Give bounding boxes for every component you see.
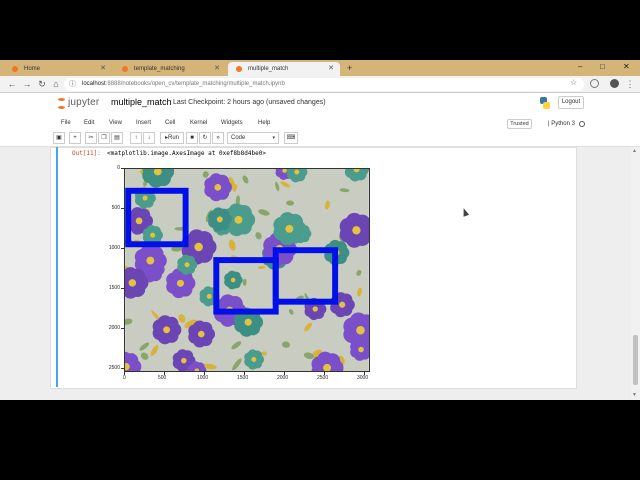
copy-icon[interactable]: ❐ xyxy=(98,132,110,144)
forward-arrow-icon[interactable]: → xyxy=(21,78,33,90)
jupyter-favicon-icon xyxy=(122,66,128,72)
menu-widgets[interactable]: Widgets xyxy=(221,116,243,131)
tab-strip: Home ✕ template_matching ✕ multiple_matc… xyxy=(0,60,640,76)
run-button[interactable]: ▸Run xyxy=(160,132,184,144)
y-tick-label: 0 xyxy=(117,165,120,171)
chevron-down-icon: ▾ xyxy=(272,135,275,141)
bookmark-star-icon[interactable]: ☆ xyxy=(570,78,577,87)
output-prompt: Out[11]: xyxy=(72,150,101,157)
close-icon[interactable]: ✕ xyxy=(214,62,220,76)
profile-avatar[interactable] xyxy=(610,79,619,88)
fast-forward-icon[interactable]: » xyxy=(212,132,224,144)
y-tick-mark xyxy=(121,368,124,369)
tab-title: Home xyxy=(24,66,41,72)
address-bar[interactable]: ⓘ localhost:8888/notebooks/open_cv/templ… xyxy=(64,78,584,91)
info-icon[interactable]: ⓘ xyxy=(69,79,76,89)
move-down-icon[interactable]: ↓ xyxy=(143,132,155,144)
y-tick-mark xyxy=(121,168,124,169)
menu-kernel[interactable]: Kernel xyxy=(190,116,207,131)
menu-cell[interactable]: Cell xyxy=(165,116,175,131)
window-close-button[interactable]: ✕ xyxy=(623,61,630,73)
minimize-button[interactable]: – xyxy=(578,61,582,73)
y-tick-mark xyxy=(121,288,124,289)
x-tick-label: 2500 xyxy=(317,375,329,381)
url-text: localhost:8888/notebooks/open_cv/templat… xyxy=(82,81,285,87)
y-tick-label: 2500 xyxy=(108,365,120,371)
x-tick-label: 500 xyxy=(158,375,167,381)
scrollbar-thumb[interactable] xyxy=(633,335,638,385)
screen: Home ✕ template_matching ✕ multiple_matc… xyxy=(0,0,640,480)
jupyter-header: jupyter multiple_match Last Checkpoint: … xyxy=(0,94,640,116)
back-arrow-icon[interactable]: ← xyxy=(6,78,18,90)
save-icon[interactable]: ▣ xyxy=(53,132,65,144)
scroll-up-icon[interactable]: ▲ xyxy=(632,148,637,154)
move-up-icon[interactable]: ↑ xyxy=(130,132,142,144)
home-icon[interactable]: ⌂ xyxy=(50,78,62,90)
y-tick-mark xyxy=(121,248,124,249)
close-icon[interactable]: ✕ xyxy=(328,62,334,76)
y-tick-label: 2000 xyxy=(108,325,120,331)
restart-icon[interactable]: ↻ xyxy=(199,132,211,144)
x-tick-label: 1500 xyxy=(237,375,249,381)
close-icon[interactable]: ✕ xyxy=(100,62,106,76)
menu-dots-icon[interactable]: ⋮ xyxy=(624,78,636,90)
cell-selection-bar xyxy=(56,147,58,387)
y-tick-label: 1000 xyxy=(108,245,120,251)
tab-home[interactable]: Home ✕ xyxy=(4,62,112,76)
y-tick-mark xyxy=(121,328,124,329)
cell-type-select[interactable]: Code ▾ xyxy=(227,132,279,144)
tab-template-matching[interactable]: template_matching ✕ xyxy=(114,62,226,76)
jupyter-logo-text[interactable]: jupyter xyxy=(68,97,99,108)
y-tick-label: 500 xyxy=(111,205,120,211)
x-tick-label: 2000 xyxy=(277,375,289,381)
menu-file[interactable]: File xyxy=(61,116,71,131)
menu-view[interactable]: View xyxy=(109,116,122,131)
menu-insert[interactable]: Insert xyxy=(136,116,151,131)
jupyter-favicon-icon xyxy=(12,66,18,72)
browser-window: Home ✕ template_matching ✕ multiple_matc… xyxy=(0,60,640,400)
reload-icon[interactable]: ↻ xyxy=(36,78,48,90)
scroll-down-icon[interactable]: ▼ xyxy=(632,392,637,398)
logout-button[interactable]: Logout xyxy=(558,96,584,109)
x-tick-label: 1000 xyxy=(197,375,209,381)
python-logo-icon xyxy=(540,97,550,109)
extension-icon[interactable] xyxy=(590,79,599,88)
y-tick-label: 1500 xyxy=(108,285,120,291)
trusted-badge[interactable]: Trusted xyxy=(507,119,532,129)
maximize-button[interactable]: □ xyxy=(600,61,605,73)
navigation-bar: ← → ↻ ⌂ ⓘ localhost:8888/notebooks/open_… xyxy=(0,76,640,93)
jupyter-favicon-icon xyxy=(236,66,242,72)
x-tick-label: 3000 xyxy=(357,375,369,381)
new-tab-button[interactable]: + xyxy=(347,62,352,74)
x-tick-label: 0 xyxy=(123,375,126,381)
y-tick-mark xyxy=(121,208,124,209)
output-text: <matplotlib.image.AxesImage at 0xef8b8d4… xyxy=(107,150,266,157)
kernel-idle-indicator-icon xyxy=(579,121,585,127)
menu-help[interactable]: Help xyxy=(258,116,270,131)
stop-icon[interactable]: ■ xyxy=(186,132,198,144)
menu-edit[interactable]: Edit xyxy=(84,116,94,131)
paste-icon[interactable]: ▤ xyxy=(111,132,123,144)
kernel-name[interactable]: | Python 3 xyxy=(548,119,575,129)
notebook-name[interactable]: multiple_match xyxy=(111,97,172,107)
cut-icon[interactable]: ✂ xyxy=(85,132,97,144)
insert-cell-icon[interactable]: + xyxy=(69,132,81,144)
tab-multiple-match[interactable]: multiple_match ✕ xyxy=(228,62,340,76)
tab-title: multiple_match xyxy=(248,66,289,72)
command-palette-icon[interactable]: ⌨ xyxy=(284,132,298,144)
tab-title: template_matching xyxy=(134,66,185,72)
checkpoint-status: Last Checkpoint: 2 hours ago (unsaved ch… xyxy=(173,99,326,106)
matplotlib-image xyxy=(124,168,370,372)
